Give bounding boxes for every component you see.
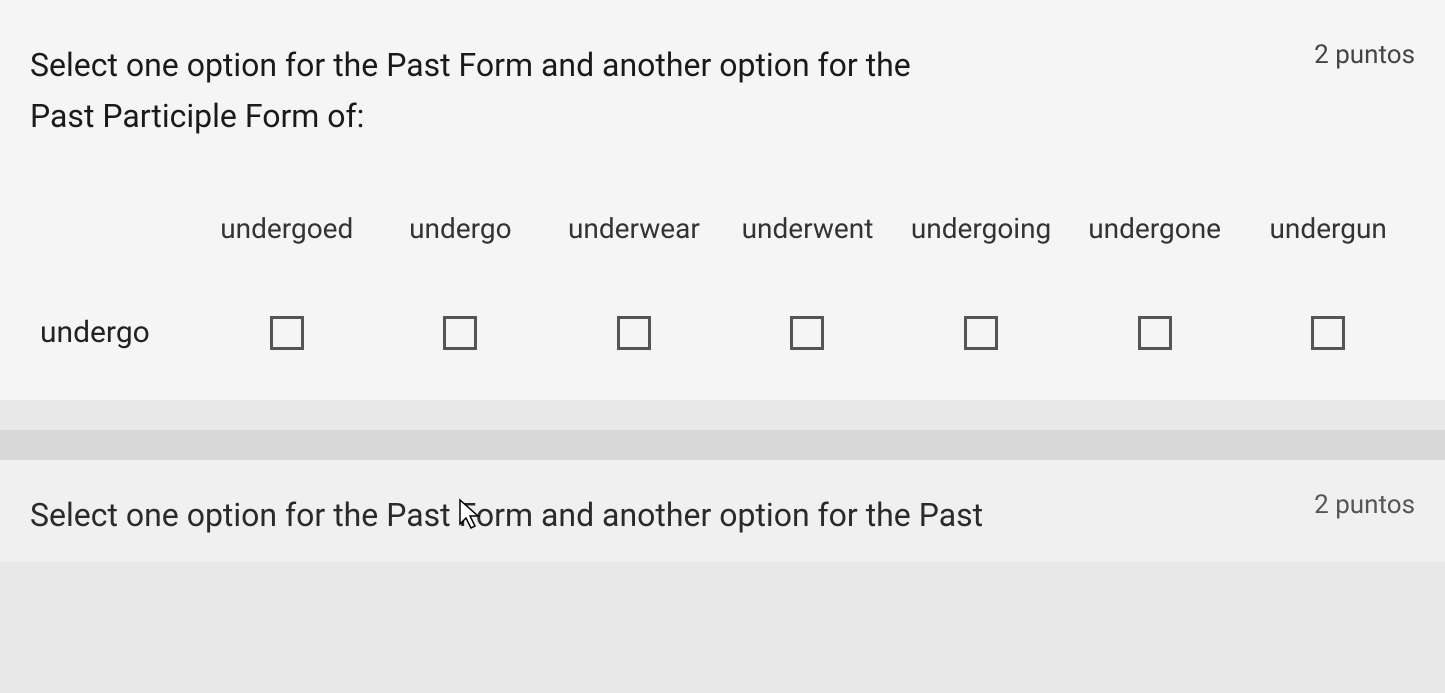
question-card: Select one option for the Past Form and … <box>0 0 1445 400</box>
checkbox-cell <box>200 316 374 350</box>
row-label: undergo <box>30 315 200 350</box>
column-header: undergoing <box>894 212 1068 245</box>
question-header: Select one option for the Past Form and … <box>30 490 1415 541</box>
checkbox-undergoing[interactable] <box>964 316 998 350</box>
question-title: Select one option for the Past Form and … <box>30 40 970 142</box>
checkbox-cell <box>1068 316 1242 350</box>
column-header: undergo <box>374 212 548 245</box>
checkbox-cell <box>894 316 1068 350</box>
column-header: undergoed <box>200 212 374 245</box>
checkbox-cell <box>1241 316 1415 350</box>
question-header: Select one option for the Past Form and … <box>30 40 1415 142</box>
column-header: undergun <box>1241 212 1415 245</box>
checkbox-underwent[interactable] <box>790 316 824 350</box>
checkbox-undergun[interactable] <box>1311 316 1345 350</box>
question-points: 2 puntos <box>1314 490 1415 520</box>
question-points: 2 puntos <box>1314 40 1415 70</box>
column-header: underwear <box>547 212 721 245</box>
checkbox-undergoed[interactable] <box>270 316 304 350</box>
section-divider <box>0 430 1445 460</box>
checkbox-cell <box>547 316 721 350</box>
column-header: undergone <box>1068 212 1242 245</box>
checkbox-underwear[interactable] <box>617 316 651 350</box>
column-header: underwent <box>721 212 895 245</box>
checkbox-undergone[interactable] <box>1138 316 1172 350</box>
checkbox-cell <box>721 316 895 350</box>
question-title: Select one option for the Past Form and … <box>30 490 983 541</box>
answer-grid: undergoed undergo underwear underwent un… <box>30 212 1415 350</box>
checkbox-undergo[interactable] <box>443 316 477 350</box>
checkbox-cell <box>374 316 548 350</box>
question-card: Select one option for the Past Form and … <box>0 460 1445 561</box>
